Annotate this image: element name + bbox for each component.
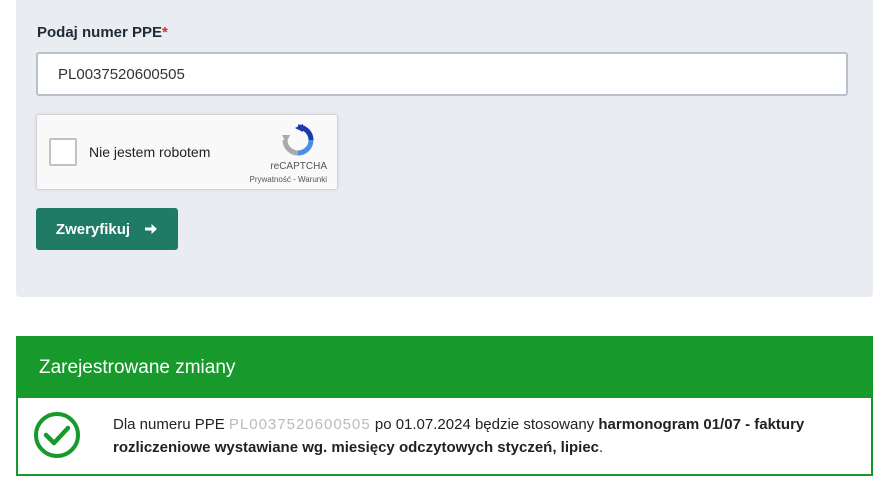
verify-button-label: Zweryfikuj [55, 220, 131, 238]
recaptcha-brand: reCAPTCHA [270, 161, 327, 172]
masked-ppe-number: PL0037520600505 [228, 416, 371, 433]
result-header: Zarejestrowane zmiany [18, 338, 871, 398]
result-body: Dla numeru PPE PL0037520600505 po 01.07.… [18, 398, 871, 474]
message-end: . [599, 439, 604, 456]
recaptcha-checkbox[interactable] [49, 138, 77, 166]
recaptcha-widget: Nie jestem robotem reCAPTCHA Prywatność … [36, 114, 338, 190]
recaptcha-label: Nie jestem robotem [89, 144, 211, 160]
terms-link[interactable]: Warunki [298, 175, 327, 184]
ppe-field-label: Podaj numer PPE* [37, 24, 168, 41]
arrow-right-icon [145, 224, 158, 234]
required-marker: * [162, 24, 168, 41]
link-separator: - [290, 175, 298, 184]
ppe-input[interactable] [36, 52, 848, 96]
registered-changes-panel: Zarejestrowane zmiany Dla numeru PPE PL0… [16, 336, 873, 476]
verify-button[interactable]: Zweryfikuj [36, 208, 178, 250]
message-middle: po 01.07.2024 będzie stosowany [370, 416, 599, 433]
ppe-label-text: Podaj numer PPE [37, 24, 163, 41]
result-message: Dla numeru PPE PL0037520600505 po 01.07.… [113, 413, 853, 459]
privacy-link[interactable]: Prywatność [249, 175, 290, 184]
recaptcha-links: Prywatność - Warunki [217, 175, 327, 184]
ppe-form-panel: Podaj numer PPE* Nie jestem robotem reCA… [16, 0, 873, 297]
message-prefix: Dla numeru PPE [113, 416, 229, 433]
recaptcha-logo-icon [282, 124, 314, 156]
check-circle-icon [34, 412, 80, 458]
